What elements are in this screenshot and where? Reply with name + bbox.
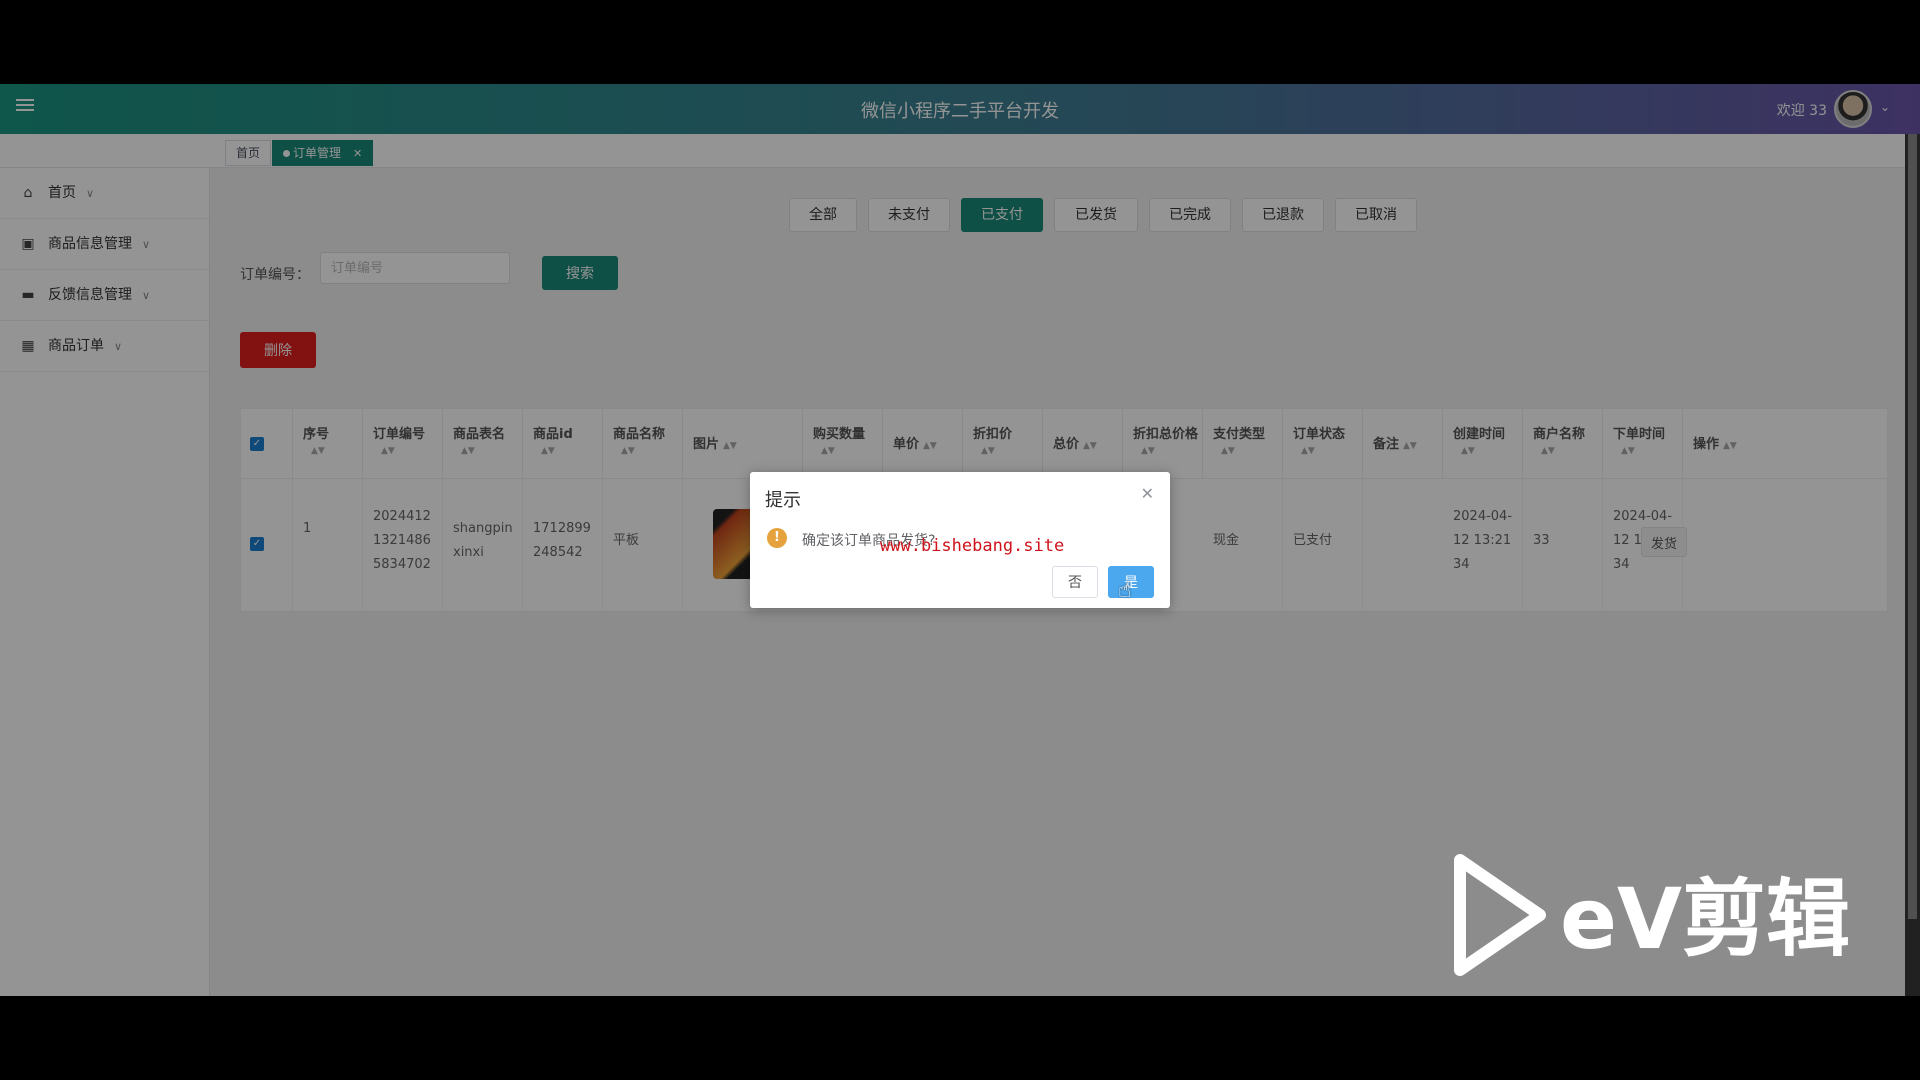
cancel-button[interactable]: 否 — [1052, 566, 1098, 598]
watermark-text: www.bishebang.site — [880, 536, 1065, 556]
play-icon — [1454, 854, 1546, 976]
logo-text: eV剪辑 — [1560, 870, 1850, 968]
ev-editor-logo: eV剪辑 — [1454, 854, 1850, 976]
close-icon[interactable]: ✕ — [1141, 484, 1154, 503]
hand-cursor-icon: ☝ — [1118, 578, 1132, 603]
warning-icon: ! — [767, 528, 787, 548]
dialog-title: 提示 — [765, 490, 801, 511]
